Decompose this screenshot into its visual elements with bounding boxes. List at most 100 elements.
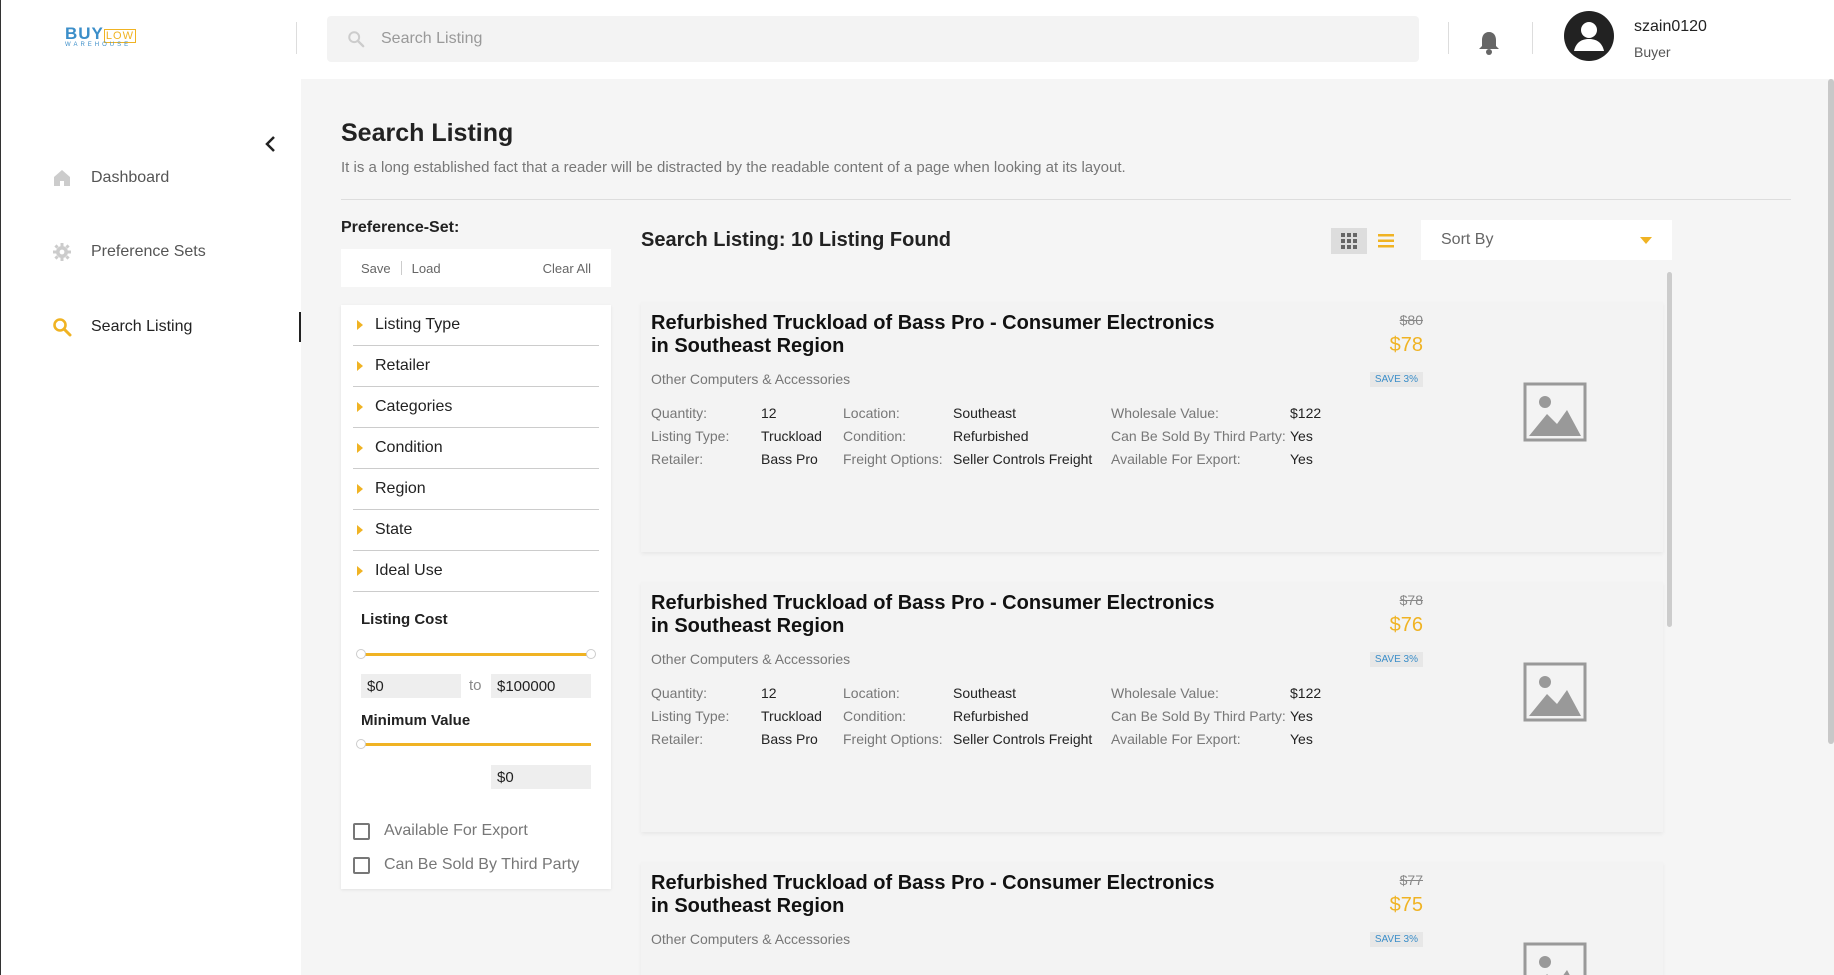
minimum-value-slider[interactable] <box>361 743 591 746</box>
divider <box>341 199 1791 200</box>
save-badge: SAVE 3% <box>1369 372 1423 387</box>
freight-label: Freight Options: <box>843 451 943 467</box>
gear-icon <box>51 241 73 263</box>
listing-card[interactable]: Refurbished Truckload of Bass Pro - Cons… <box>641 582 1663 832</box>
header-divider <box>1532 22 1533 54</box>
caret-right-icon <box>357 443 363 453</box>
third-party-value: Yes <box>1290 428 1313 444</box>
user-avatar[interactable] <box>1564 11 1614 61</box>
user-name[interactable]: szain0120 <box>1634 18 1707 36</box>
save-badge: SAVE 3% <box>1369 652 1423 667</box>
listing-cost-min-input[interactable] <box>361 674 461 698</box>
facet-region[interactable]: Region <box>353 469 599 510</box>
facet-label: State <box>375 521 413 538</box>
third-party-label: Can Be Sold By Third Party: <box>1111 708 1286 724</box>
brand-logo[interactable]: BUY LOW WAREHOUSE <box>65 24 145 50</box>
meta-values-col2: Southeast Refurbished Seller Controls Fr… <box>953 402 1092 471</box>
facet-ideal-use[interactable]: Ideal Use <box>353 551 599 592</box>
meta-labels-col2: Location: Condition: Freight Options: <box>843 402 943 471</box>
location-value: Southeast <box>953 405 1017 421</box>
sidebar-item-dashboard[interactable]: Dashboard <box>51 163 302 193</box>
header-divider <box>1448 22 1449 54</box>
listing-title[interactable]: Refurbished Truckload of Bass Pro - Cons… <box>651 592 1231 638</box>
results-scrollbar[interactable] <box>1667 272 1672 627</box>
sidebar-item-label: Dashboard <box>91 169 170 186</box>
listing-type-label: Listing Type: <box>651 708 730 724</box>
listing-type-value: Truckload <box>761 708 822 724</box>
listing-category: Other Computers & Accessories <box>651 931 851 947</box>
facet-retailer[interactable]: Retailer <box>353 346 599 387</box>
listing-card[interactable]: Refurbished Truckload of Bass Pro - Cons… <box>641 302 1663 552</box>
listing-cost-max-input[interactable] <box>491 674 591 698</box>
minimum-value-input[interactable] <box>491 765 591 789</box>
grid-icon <box>1341 233 1357 249</box>
sort-by-label: Sort By <box>1441 231 1494 248</box>
listing-type-value: Truckload <box>761 428 822 444</box>
listing-old-price: $77 <box>1399 872 1423 888</box>
listing-price: $78 <box>1389 334 1423 356</box>
page-subtitle: It is a long established fact that a rea… <box>341 159 1126 176</box>
range-to-label: to <box>469 677 482 694</box>
facet-listing-type[interactable]: Listing Type <box>353 305 599 346</box>
sidebar-item-preference-sets[interactable]: Preference Sets <box>51 237 302 267</box>
meta-values-col3: $122 Yes Yes <box>1290 682 1321 751</box>
third-party-label: Can Be Sold By Third Party: <box>1111 428 1286 444</box>
image-placeholder-icon <box>1523 942 1587 975</box>
facet-label: Ideal Use <box>375 562 443 579</box>
facet-state[interactable]: State <box>353 510 599 551</box>
export-value: Yes <box>1290 451 1313 467</box>
listing-card[interactable]: Refurbished Truckload of Bass Pro - Cons… <box>641 862 1663 975</box>
meta-labels-col1: Quantity: Listing Type: Retailer: <box>651 402 729 471</box>
meta-labels-col2: Location: Condition: Freight Options: <box>843 682 943 751</box>
load-preference-button[interactable]: Load <box>412 261 441 276</box>
third-party-checkbox[interactable]: Can Be Sold By Third Party <box>353 856 579 874</box>
meta-labels-col3: Wholesale Value: Can Be Sold By Third Pa… <box>1111 402 1286 471</box>
page-scrollbar[interactable] <box>1828 79 1834 744</box>
condition-value: Refurbished <box>953 708 1029 724</box>
freight-value: Seller Controls Freight <box>953 451 1093 467</box>
sort-by-dropdown[interactable]: Sort By <box>1421 220 1672 260</box>
notifications-bell-icon[interactable] <box>1477 30 1501 56</box>
caret-right-icon <box>357 566 363 576</box>
sidebar-item-search-listing[interactable]: Search Listing <box>51 312 302 342</box>
export-label: Available For Export: <box>1111 731 1241 747</box>
listing-cost-slider[interactable] <box>361 653 591 656</box>
wholesale-label: Wholesale Value: <box>1111 685 1219 701</box>
listing-cost-min-handle[interactable] <box>356 649 366 659</box>
page-title: Search Listing <box>341 119 514 147</box>
collapse-sidebar-button[interactable] <box>261 132 281 156</box>
minimum-value-handle[interactable] <box>356 739 366 749</box>
sidebar: BUY LOW WAREHOUSE Dashboard Preference Se… <box>0 0 302 975</box>
checkbox-label: Available For Export <box>384 822 528 839</box>
save-preference-button[interactable]: Save <box>361 261 391 276</box>
quantity-label: Quantity: <box>651 405 708 421</box>
location-label: Location: <box>843 405 900 421</box>
grid-view-toggle[interactable] <box>1331 228 1367 254</box>
minimum-value-label: Minimum Value <box>361 712 471 729</box>
list-view-toggle[interactable] <box>1373 228 1399 254</box>
global-search-bar[interactable] <box>327 16 1419 62</box>
search-icon <box>347 30 365 48</box>
facet-categories[interactable]: Categories <box>353 387 599 428</box>
retailer-value: Bass Pro <box>761 731 818 747</box>
clear-all-button[interactable]: Clear All <box>543 261 591 276</box>
user-role: Buyer <box>1634 44 1671 60</box>
listing-price: $76 <box>1389 614 1423 636</box>
listing-cost-label: Listing Cost <box>361 611 448 628</box>
checkbox-box[interactable] <box>353 856 370 874</box>
search-input[interactable] <box>381 30 1281 48</box>
listing-title[interactable]: Refurbished Truckload of Bass Pro - Cons… <box>651 312 1231 358</box>
listing-old-price: $78 <box>1399 592 1423 608</box>
location-value: Southeast <box>953 685 1017 701</box>
header-divider <box>296 22 297 54</box>
main-content: Search Listing It is a long established … <box>301 79 1834 975</box>
caret-down-icon <box>1640 236 1652 244</box>
facet-condition[interactable]: Condition <box>353 428 599 469</box>
checkbox-box[interactable] <box>353 822 370 840</box>
listing-cost-max-handle[interactable] <box>586 649 596 659</box>
listing-title[interactable]: Refurbished Truckload of Bass Pro - Cons… <box>651 872 1231 918</box>
retailer-value: Bass Pro <box>761 451 818 467</box>
available-for-export-checkbox[interactable]: Available For Export <box>353 822 528 840</box>
quantity-value: 12 <box>761 685 777 701</box>
logo-low: LOW <box>103 29 136 43</box>
